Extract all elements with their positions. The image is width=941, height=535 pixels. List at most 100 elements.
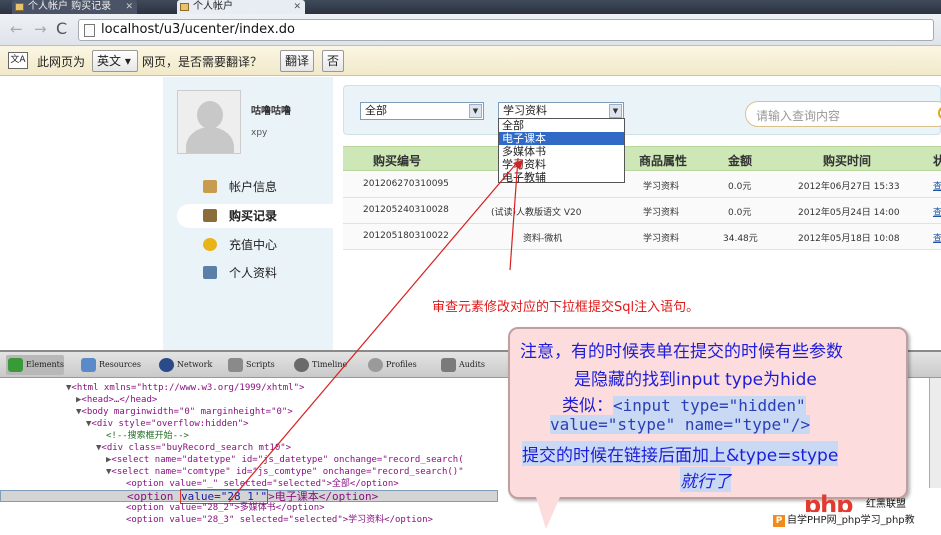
forward-arrow-icon[interactable]: → [34,21,47,37]
dropdown-option[interactable]: 电子教辅 [499,171,624,184]
devtools-side-panel [929,378,941,488]
close-icon[interactable]: ✕ [125,0,133,14]
tab-label: Scripts [246,360,275,369]
note-callout: 注意，有的时候表单在提交的时候有些参数 是隐藏的找到input type为hid… [508,327,908,529]
dom-line-selected[interactable]: <option value="28_1'">电子课本</option> [0,489,498,504]
tab-label: Profiles [386,360,417,369]
dom-line[interactable]: <option value="28_2">多媒体书</option> [126,502,325,514]
cell-attr: 学习资料 [643,234,680,244]
dropdown-option[interactable]: 学习资料 [499,158,624,171]
sidebar-item-label: 购买记录 [229,209,278,223]
tab-timeline[interactable]: Timeline [292,355,347,375]
tab-profiles[interactable]: Profiles [366,355,417,375]
reload-icon[interactable]: C [56,21,67,37]
dropdown-option[interactable]: 多媒体书 [499,145,624,158]
select-value: 全部 [365,104,387,117]
table-row: 201205240310028 (试读)人教版语文 V20 学习资料 0.0元 … [343,198,941,224]
user-login: xpy [251,128,268,138]
elements-icon [8,358,23,372]
dom-line[interactable]: ▼<html xmlns="http://www.w3.org/1999/xht… [66,382,304,394]
view-link[interactable]: 查 [933,179,941,192]
cell-time: 2012年06月27日 15:33 [798,182,900,192]
close-icon[interactable]: ✕ [293,0,301,14]
tab-label: Audits [459,360,485,369]
dom-line[interactable]: <option value="28_3" selected="selected"… [126,514,433,526]
table-row: 201205180310022 资料-微机 学习资料 34.48元 2012年0… [343,224,941,250]
coin-icon [203,238,217,251]
note-line-2: 是隐藏的找到input type为hide [574,370,817,390]
cell-amount: 0.0元 [728,182,752,192]
url-input[interactable]: localhost/u3/ucenter/index.do [78,19,934,41]
tab-resources[interactable]: Resources [79,355,141,375]
translate-question: 网页，是否需要翻译？ [142,55,263,69]
cell-id: 201205240310028 [363,205,449,215]
cell-time: 2012年05月18日 10:08 [798,234,900,244]
search-placeholder: 请输入查询内容 [756,109,841,123]
cell-name: 资料-微机 [523,234,563,244]
type-dropdown-list: 全部 电子课本 多媒体书 学习资料 电子教辅 [498,118,625,184]
sidebar-item-recharge[interactable]: 充值中心 [177,233,333,257]
folder-icon [203,180,217,193]
chevron-down-icon[interactable]: ▼ [469,104,482,118]
language-select[interactable]: 英文 ▾ [92,50,138,72]
url-text: localhost/u3/ucenter/index.do [101,22,295,37]
translate-bar: 文A 此网页为 英文 ▾ 网页，是否需要翻译？ 翻译 否 [0,46,941,76]
dom-line[interactable]: ▼<select name="comtype" id="js_comtype" … [106,466,464,478]
dropdown-option[interactable]: 全部 [499,119,624,132]
header-status: 状 [933,154,941,168]
dom-line[interactable]: ▶<select name="datetype" id="js_datetype… [106,454,464,466]
translate-button[interactable]: 翻译 [280,50,314,72]
chevron-down-icon[interactable]: ▼ [609,104,622,118]
tab-scripts[interactable]: Scripts [226,355,275,375]
tab-elements[interactable]: Elements [6,355,64,375]
tab-label: Resources [99,360,141,369]
annotation-red-text: 审查元素修改对应的下拉框提交Sql注入语句。 [432,300,700,315]
sidebar-item-label: 充值中心 [229,238,278,252]
sidebar-item-profile[interactable]: 个人资料 [177,261,333,285]
date-type-select[interactable]: 全部 ▼ [360,102,484,120]
view-link[interactable]: 查 [933,205,941,218]
cell-name: (试读)人教版语文 V20 [491,208,582,218]
sidebar-item-purchase-records[interactable]: 购买记录 [177,204,333,228]
page-favicon-icon [180,3,189,11]
dropdown-option[interactable]: 电子课本 [499,132,624,145]
tab-audits[interactable]: Audits [439,355,485,375]
browser-tab-2[interactable]: 个人帐户 ✕ [177,0,305,14]
dom-line[interactable]: ▼<div style="overflow:hidden"> [86,418,249,430]
header-attr: 商品属性 [639,154,688,168]
sidebar-item-account[interactable]: 帐户信息 [177,175,333,199]
tab-label: Elements [26,360,64,369]
search-input[interactable]: 请输入查询内容 [745,101,941,127]
timeline-icon [294,358,309,372]
cell-attr: 学习资料 [643,182,680,192]
back-arrow-icon[interactable]: ← [10,21,23,37]
cell-id: 201206270310095 [363,179,449,189]
select-value: 学习资料 [503,104,547,117]
browser-tab-1[interactable]: 个人帐户 购买记录 ✕ [12,0,137,14]
view-link[interactable]: 查 [933,231,941,244]
cell-amount: 0.0元 [728,208,752,218]
resources-icon [81,358,96,372]
language-label: 英文 [97,54,122,68]
header-amount: 金额 [728,154,753,168]
cell-time: 2012年05月24日 14:00 [798,208,900,218]
id-card-icon [203,266,217,279]
note-line-3: 类似：<input type="hidden" [562,396,806,416]
tab-strip: 个人帐户 购买记录 ✕ 个人帐户 ✕ [0,0,941,14]
no-translate-button[interactable]: 否 [322,50,344,72]
audits-icon [441,358,456,372]
note-tail [536,497,560,529]
file-icon [203,209,217,222]
dom-line[interactable]: ▼<body marginwidth="0" marginheight="0"> [76,406,293,418]
note-line-4: value="stype" name="type"/> [550,415,811,434]
header-time: 购买时间 [823,154,872,168]
cell-attr: 学习资料 [643,208,680,218]
cell-amount: 34.48元 [723,234,758,244]
dom-line[interactable]: ▶<head>…</head> [76,394,157,406]
dom-comment[interactable]: <!--搜索框开始--> [106,430,189,442]
search-panel: 全部 ▼ 学习资料 ▼ 请输入查询内容 [343,85,941,135]
user-name: 咕噜咕噜 [251,106,291,117]
dom-line[interactable]: ▼<div class="buyRecord_search mt10"> [96,442,291,454]
tab-label: Network [177,360,213,369]
tab-network[interactable]: Network [157,355,212,375]
